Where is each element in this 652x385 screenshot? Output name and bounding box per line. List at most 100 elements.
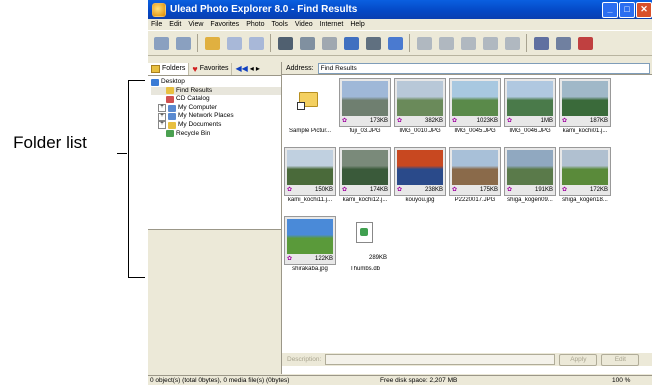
thumbnail-item[interactable]: ✿ 122KB shirakaba.jpg bbox=[284, 216, 336, 282]
folder-icon bbox=[168, 104, 176, 112]
tree-node[interactable]: + My Computer bbox=[151, 104, 281, 113]
thumbnail-image bbox=[507, 81, 553, 116]
folder-icon bbox=[166, 95, 174, 103]
tree-node[interactable]: Desktop bbox=[151, 78, 281, 87]
menu-item-video[interactable]: Video bbox=[295, 21, 313, 28]
close-button[interactable]: ✕ bbox=[636, 2, 652, 18]
file-type-icon: ✿ bbox=[287, 256, 293, 262]
thumbnail-item[interactable]: ✿ 1023KB IMG_0045.JPG bbox=[449, 78, 501, 144]
menu-item-internet[interactable]: Internet bbox=[320, 21, 344, 28]
thumbnail-size: 191KB bbox=[534, 187, 553, 193]
panel-tabs: Folders ♥ Favorites ◀◀ ◂ ▸ bbox=[148, 62, 281, 76]
thumbnail-item[interactable]: ✿ 191KB shiga_kogen09... bbox=[504, 147, 556, 213]
photo-editor-button[interactable] bbox=[341, 33, 361, 53]
folder-icon bbox=[168, 121, 176, 129]
file-type-icon: ✿ bbox=[507, 187, 513, 193]
menu-item-tools[interactable]: Tools bbox=[271, 21, 287, 28]
status-disk-space: Free disk space: 2,207 MB bbox=[380, 377, 458, 384]
print-preview-icon bbox=[555, 36, 571, 50]
grid-view-button[interactable] bbox=[151, 33, 171, 53]
back-arrow-button[interactable] bbox=[224, 33, 244, 53]
tree-node[interactable]: + My Documents bbox=[151, 121, 281, 130]
title-bar[interactable]: Ulead Photo Explorer 8.0 - Find Results … bbox=[148, 0, 652, 19]
capture-button[interactable] bbox=[363, 33, 383, 53]
tree-node[interactable]: Recycle Bin bbox=[151, 130, 281, 139]
apply-button[interactable]: Apply bbox=[559, 353, 598, 366]
thumbnail-size: 122KB bbox=[314, 256, 333, 262]
thumbnail-size: 289KB bbox=[368, 255, 387, 261]
folder-tree: Desktop Find Results CD Catalog + My Compute… bbox=[148, 76, 281, 138]
tree-expander bbox=[158, 88, 164, 94]
description-input[interactable] bbox=[325, 354, 556, 365]
maximize-button[interactable]: □ bbox=[619, 2, 635, 18]
menu-item-favorites[interactable]: Favorites bbox=[210, 21, 239, 28]
tree-node[interactable]: Find Results bbox=[151, 86, 281, 96]
print-preview-button[interactable] bbox=[553, 33, 573, 53]
minimize-button[interactable]: _ bbox=[602, 2, 618, 18]
thumbnail-name: IMG_0046.JPG bbox=[509, 128, 551, 134]
folder-list-panel: Folders ♥ Favorites ◀◀ ◂ ▸ Desktop Find R… bbox=[148, 62, 282, 375]
thumbnail-name: P2220017.JPG bbox=[454, 197, 496, 203]
thumbnail-name: fuji_03.JPG bbox=[349, 128, 381, 134]
thumbnail-frame: ✿ 1MB bbox=[504, 78, 556, 127]
menu-item-edit[interactable]: Edit bbox=[169, 21, 181, 28]
open-folder-button[interactable] bbox=[202, 33, 222, 53]
scanner-button[interactable] bbox=[297, 33, 317, 53]
menu-item-file[interactable]: File bbox=[151, 21, 162, 28]
copy-view-button[interactable] bbox=[173, 33, 193, 53]
tab-scroll-left-icon[interactable]: ◀◀ bbox=[235, 64, 247, 73]
tree-node[interactable]: + My Network Places bbox=[151, 112, 281, 121]
tab-next-icon[interactable]: ▸ bbox=[256, 64, 260, 73]
monitor-button[interactable] bbox=[575, 33, 595, 53]
thumbnail-item[interactable]: ✿ 172KB shiga_kogen18... bbox=[559, 147, 611, 213]
folder-icon bbox=[166, 130, 174, 138]
tab-prev-icon[interactable]: ◂ bbox=[250, 64, 254, 73]
enhance-icon bbox=[438, 36, 454, 50]
tree-expander[interactable]: + bbox=[158, 104, 166, 113]
thumbnail-size: 187KB bbox=[589, 118, 608, 124]
menu-item-photo[interactable]: Photo bbox=[246, 21, 264, 28]
enhance-button[interactable] bbox=[436, 33, 456, 53]
thumbnail-frame: ✿ 382KB bbox=[394, 78, 446, 127]
rotate-cw-button[interactable] bbox=[480, 33, 500, 53]
thumbnail-item[interactable]: ✿ 1MB IMG_0046.JPG bbox=[504, 78, 556, 144]
thumbnail-name: kami_kochi11.j... bbox=[287, 197, 333, 203]
thumbnail-size: 1023KB bbox=[476, 118, 498, 124]
thumbnail-item[interactable]: ✿ 187KB kami_kochi01.j... bbox=[559, 78, 611, 144]
thumbnail-item[interactable]: ✿ 174KB kami_kochi12.j... bbox=[339, 147, 391, 213]
thumbnail-view-button[interactable] bbox=[385, 33, 405, 53]
address-input[interactable]: Find Results bbox=[317, 62, 650, 74]
stamp-button[interactable] bbox=[319, 33, 339, 53]
thumbnail-item[interactable]: ✿ 382KB IMG_0010.JPG bbox=[394, 78, 446, 144]
thumbnail-size: 382KB bbox=[424, 118, 443, 124]
camera-button[interactable] bbox=[275, 33, 295, 53]
menu-item-help[interactable]: Help bbox=[350, 21, 364, 28]
thumbnail-image bbox=[342, 81, 388, 116]
tree-expander[interactable]: + bbox=[158, 121, 166, 130]
rotate-ccw-button[interactable] bbox=[458, 33, 478, 53]
thumbnail-frame: 289KB bbox=[339, 216, 389, 263]
thumbnail-meta: ✿ 173KB bbox=[342, 118, 388, 125]
thumbnail-item[interactable]: ✿ 175KB P2220017.JPG bbox=[449, 147, 501, 213]
thumbnail-item[interactable]: ✿ 150KB kami_kochi11.j... bbox=[284, 147, 336, 213]
thumbnail-size: 173KB bbox=[369, 118, 388, 124]
thumbnail-name: kami_kochi12.j... bbox=[342, 197, 388, 203]
tree-node[interactable]: CD Catalog bbox=[151, 95, 281, 104]
edit-button[interactable]: Edit bbox=[601, 353, 640, 366]
menu-item-view[interactable]: View bbox=[188, 21, 203, 28]
thumbnail-item[interactable]: Sample Pictur... bbox=[284, 78, 336, 144]
thumbnail-item[interactable]: 289KB Thumbs.db bbox=[339, 216, 391, 282]
tool-button[interactable] bbox=[502, 33, 522, 53]
stamp-icon bbox=[321, 36, 337, 50]
description-label: Description: bbox=[287, 356, 322, 363]
thumbnail-item[interactable]: ✿ 173KB fuji_03.JPG bbox=[339, 78, 391, 144]
thumbnail-image bbox=[397, 81, 443, 116]
printer-button[interactable] bbox=[531, 33, 551, 53]
forward-arrow-button[interactable] bbox=[246, 33, 266, 53]
tab-folders[interactable]: Folders bbox=[148, 62, 190, 75]
grayscale-button[interactable] bbox=[414, 33, 434, 53]
tree-expander[interactable]: + bbox=[158, 112, 166, 121]
thumbnail-item[interactable]: ✿ 238KB kouyou.jpg bbox=[394, 147, 446, 213]
tab-nav[interactable]: ◀◀ ◂ ▸ bbox=[232, 63, 262, 75]
tab-favorites[interactable]: ♥ Favorites bbox=[189, 62, 233, 75]
